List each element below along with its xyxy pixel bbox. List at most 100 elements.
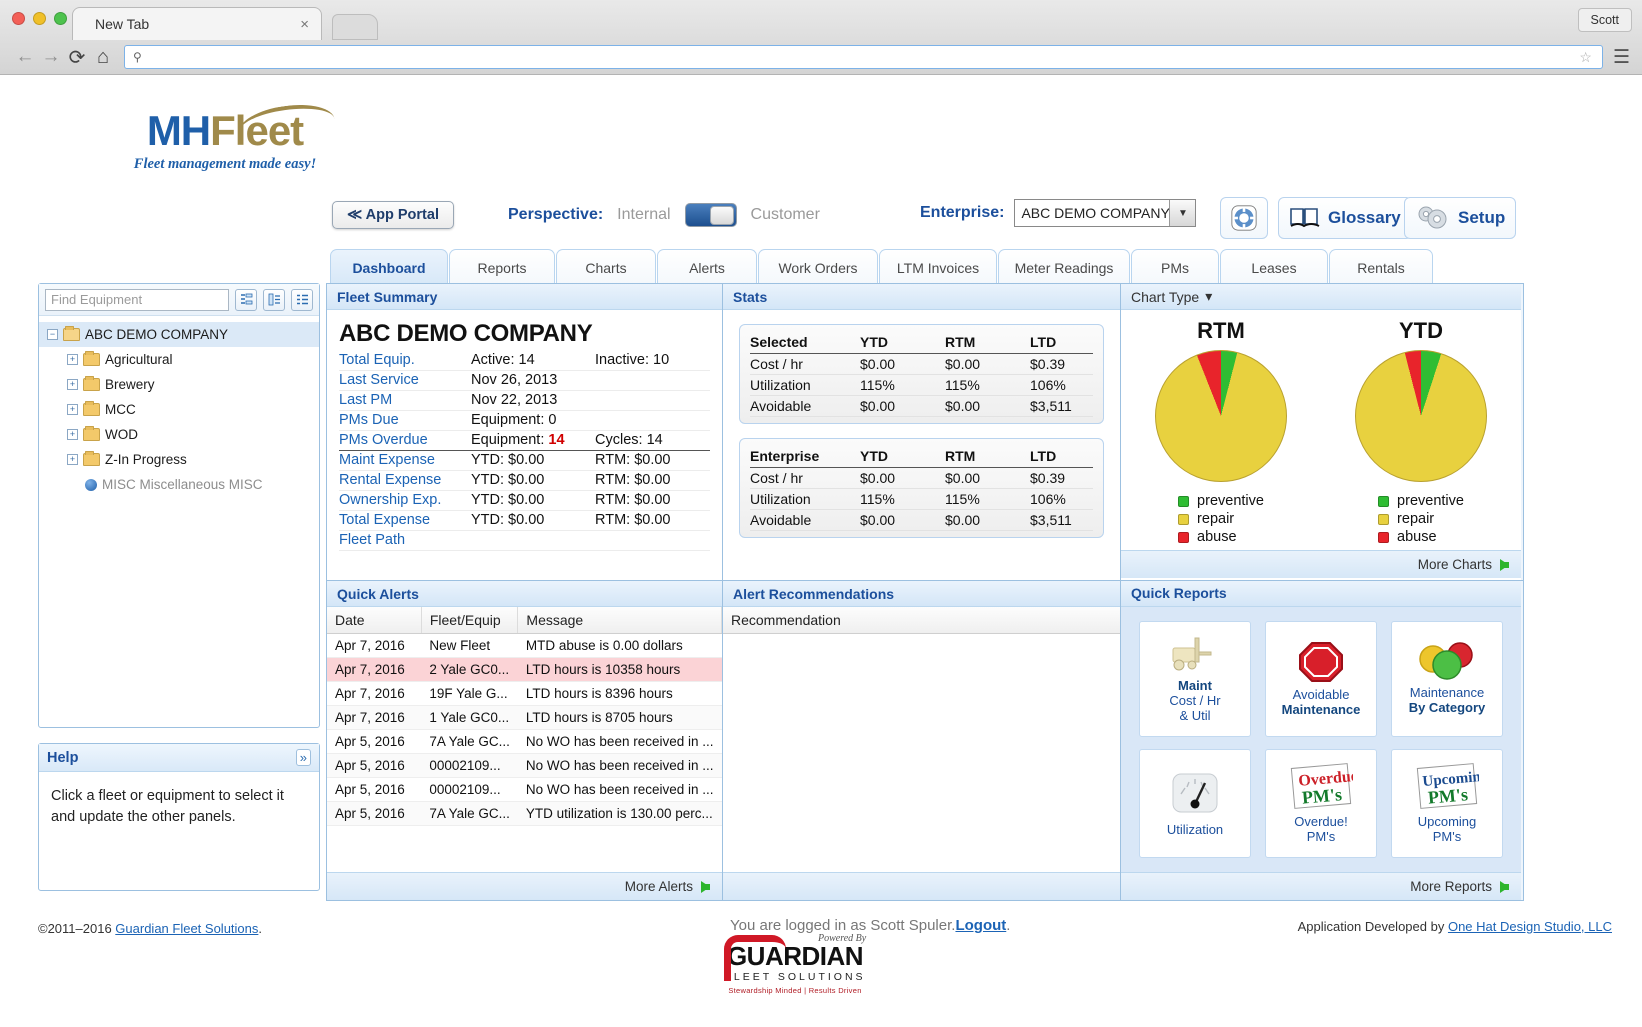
fleet-summary-key[interactable]: Rental Expense: [339, 470, 471, 491]
tab-leases[interactable]: Leases: [1220, 249, 1328, 285]
search-input[interactable]: Find Equipment: [45, 288, 229, 311]
glossary-button[interactable]: Glossary: [1278, 197, 1412, 239]
quick-report-label-line: Maintenance: [1409, 685, 1485, 701]
tab-meter-readings[interactable]: Meter Readings: [998, 249, 1130, 285]
chart-type-dropdown[interactable]: Chart Type ▾: [1121, 284, 1521, 310]
expand-node-icon[interactable]: +: [67, 454, 78, 465]
quick-report-tile[interactable]: Overdue! PM's Overdue! PM's: [1265, 748, 1377, 859]
maximize-window-button[interactable]: [54, 12, 67, 25]
tab-dashboard[interactable]: Dashboard: [330, 249, 448, 285]
fleet-summary-key[interactable]: Maint Expense: [339, 450, 471, 471]
table-row[interactable]: Apr 7, 2016 New Fleet MTD abuse is 0.00 do…: [327, 633, 722, 658]
setup-button[interactable]: Setup: [1404, 197, 1517, 239]
expand-node-icon[interactable]: +: [67, 429, 78, 440]
perspective-toggle[interactable]: [684, 203, 737, 227]
table-row[interactable]: Apr 5, 2016 00002109... No WO has been rec…: [327, 777, 722, 802]
quick-report-label: Utilization: [1167, 822, 1223, 838]
fleet-summary-key[interactable]: Total Equip.: [339, 350, 471, 371]
developer-link[interactable]: One Hat Design Studio, LLC: [1448, 919, 1612, 934]
tree-node-mcc[interactable]: + MCC: [39, 397, 319, 422]
alerts-column-header[interactable]: Message: [517, 607, 722, 634]
tab-ltm-invoices[interactable]: LTM Invoices: [879, 249, 997, 285]
expand-node-icon[interactable]: +: [67, 354, 78, 365]
tree-node-brewery[interactable]: + Brewery: [39, 372, 319, 397]
tab-pms[interactable]: PMs: [1131, 249, 1219, 285]
alerts-column-header[interactable]: Fleet/Equip: [421, 607, 519, 634]
dashboard-bottom-row: Quick Alerts Date Fleet/Equip Message Apr …: [327, 580, 1523, 900]
collapse-node-icon[interactable]: −: [47, 329, 58, 340]
quick-report-tile[interactable]: Avoidable Maintenance: [1265, 620, 1377, 737]
quick-report-tile[interactable]: Maint Cost / Hr & Util: [1139, 620, 1251, 737]
table-row[interactable]: Apr 5, 2016 7A Yale GC... YTD utilization …: [327, 801, 722, 826]
tab-work-orders[interactable]: Work Orders: [758, 249, 878, 285]
pie-chart-legend: preventive repair abuse: [1378, 492, 1464, 546]
alerts-column-header[interactable]: Date: [327, 607, 422, 634]
table-row[interactable]: Apr 5, 2016 00002109... No WO has been rec…: [327, 753, 722, 778]
window-traffic-lights[interactable]: [12, 12, 67, 25]
tree-node-agricultural[interactable]: + Agricultural: [39, 347, 319, 372]
enterprise-select[interactable]: ABC DEMO COMPANY ▼: [1014, 199, 1197, 227]
tree-node-abc-demo-company[interactable]: − ABC DEMO COMPANY: [39, 322, 319, 347]
table-row[interactable]: Apr 7, 2016 2 Yale GC0... LTD hours is 103…: [327, 657, 722, 682]
stats-column-header: RTM: [945, 445, 1030, 468]
perspective-customer-label[interactable]: Customer: [751, 206, 820, 224]
fleet-summary-key[interactable]: Total Expense: [339, 509, 471, 531]
tree-node-z-in-progress[interactable]: + Z-In Progress: [39, 447, 319, 472]
fleet-summary-key[interactable]: PMs Overdue: [339, 430, 471, 451]
close-window-button[interactable]: [12, 12, 25, 25]
bookmark-star-icon[interactable]: ☆: [1579, 49, 1592, 66]
chevron-down-icon[interactable]: ▼: [1169, 200, 1196, 226]
quick-report-tile[interactable]: Maintenance By Category: [1391, 620, 1503, 737]
reload-icon[interactable]: ⟳: [64, 44, 90, 70]
fleet-summary-value-2: Inactive: 10: [595, 350, 710, 371]
app-portal-button[interactable]: ≪ App Portal: [332, 201, 454, 229]
tree-node-wod[interactable]: + WOD: [39, 422, 319, 447]
fleet-summary-key[interactable]: Fleet Path: [339, 530, 471, 551]
dashboard-top-row: Fleet Summary ABC DEMO COMPANY Total Equ…: [327, 284, 1523, 580]
perspective-internal-label[interactable]: Internal: [617, 206, 670, 224]
collapse-help-icon[interactable]: »: [295, 749, 311, 766]
expand-node-icon[interactable]: +: [67, 379, 78, 390]
expand-tree-button[interactable]: [235, 288, 257, 311]
alert-equipment: 7A Yale GC...: [421, 729, 518, 754]
browser-tab[interactable]: New Tab ×: [72, 7, 322, 40]
fleet-summary-key[interactable]: Ownership Exp.: [339, 490, 471, 511]
guardian-fleet-link[interactable]: Guardian Fleet Solutions: [115, 921, 258, 936]
tab-charts[interactable]: Charts: [556, 249, 656, 285]
minimize-window-button[interactable]: [33, 12, 46, 25]
quick-report-tile[interactable]: Utilization: [1139, 748, 1251, 859]
collapse-tree-button[interactable]: [263, 288, 285, 311]
close-tab-icon[interactable]: ×: [300, 16, 309, 33]
fleet-summary-key[interactable]: Last Service: [339, 370, 471, 391]
home-icon[interactable]: ⌂: [90, 44, 116, 70]
more-charts-link[interactable]: More Charts: [1121, 550, 1521, 578]
table-row[interactable]: Apr 5, 2016 7A Yale GC... No WO has been r…: [327, 729, 722, 754]
logout-link[interactable]: Logout: [955, 917, 1006, 934]
address-bar[interactable]: ⚲ ☆: [124, 45, 1603, 69]
table-row[interactable]: Apr 7, 2016 19F Yale G... LTD hours is 839…: [327, 681, 722, 706]
fleet-summary-value-1: YTD: $0.00: [471, 470, 595, 491]
arrow-right-icon: [701, 880, 710, 893]
tab-alerts[interactable]: Alerts: [657, 249, 757, 285]
quick-report-tile[interactable]: Upcoming PM's Upcoming PM's: [1391, 748, 1503, 859]
expand-node-icon[interactable]: +: [67, 404, 78, 415]
forward-icon[interactable]: →: [38, 44, 64, 70]
tab-label: Alerts: [689, 259, 725, 276]
arrow-right-icon: [1500, 880, 1509, 893]
new-tab-button[interactable]: [332, 14, 378, 40]
flat-list-button[interactable]: [291, 288, 313, 311]
more-alerts-link[interactable]: More Alerts: [327, 872, 722, 900]
back-icon[interactable]: ←: [12, 44, 38, 70]
tab-reports[interactable]: Reports: [449, 249, 555, 285]
tree-node-misc-miscellaneous-misc[interactable]: MISC Miscellaneous MISC: [39, 472, 319, 497]
tab-rentals[interactable]: Rentals: [1329, 249, 1433, 285]
profile-button[interactable]: Scott: [1577, 8, 1632, 32]
fleet-summary-key[interactable]: PMs Due: [339, 410, 471, 431]
table-row[interactable]: Apr 7, 2016 1 Yale GC0... LTD hours is 870…: [327, 705, 722, 730]
recommendation-column-header: Recommendation: [723, 607, 1120, 634]
fleet-summary-company: ABC DEMO COMPANY: [339, 320, 593, 347]
fleet-summary-key[interactable]: Last PM: [339, 390, 471, 411]
more-reports-link[interactable]: More Reports: [1121, 872, 1521, 900]
browser-menu-icon[interactable]: ☰: [1613, 48, 1630, 67]
help-lifering-button[interactable]: [1220, 197, 1268, 239]
